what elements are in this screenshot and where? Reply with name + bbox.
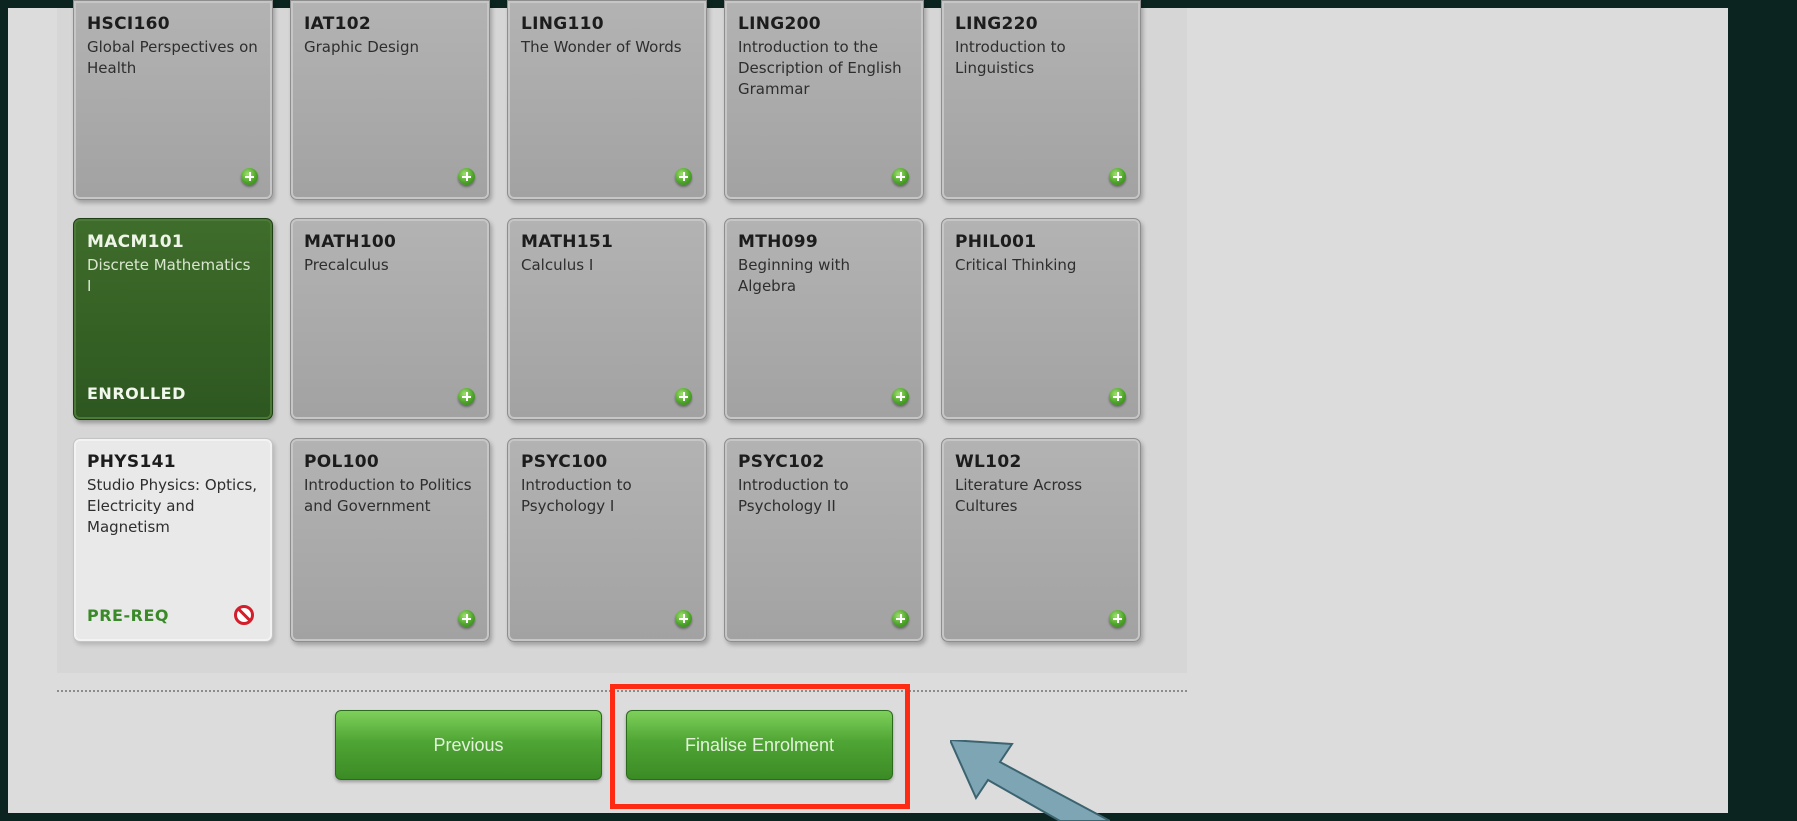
course-tile-psyc100[interactable]: PSYC100 Introduction to Psychology I [507, 438, 707, 642]
course-tile-mth099[interactable]: MTH099 Beginning with Algebra [724, 218, 924, 420]
course-code: HSCI160 [87, 14, 170, 34]
course-title: Critical Thinking [955, 256, 1077, 274]
course-tile-macm101[interactable]: MACM101 Discrete Mathematics I ENROLLED [73, 218, 273, 420]
course-title: Discrete Mathematics I [87, 256, 251, 295]
course-tile-iat102[interactable]: IAT102 Graphic Design [290, 0, 490, 200]
course-code: POL100 [304, 452, 380, 472]
course-code: MACM101 [87, 232, 185, 252]
course-title: Precalculus [304, 256, 389, 274]
course-tile-wl102[interactable]: WL102 Literature Across Cultures [941, 438, 1141, 642]
course-tile-math100[interactable]: MATH100 Precalculus [290, 218, 490, 420]
course-code: LING110 [521, 14, 604, 34]
add-course-icon[interactable] [458, 610, 475, 627]
add-course-icon[interactable] [1109, 388, 1126, 405]
course-title: Introduction to the Description of Engli… [738, 38, 902, 98]
course-grid: HSCI160 Global Perspectives on Health IA… [73, 0, 1141, 642]
course-code: PHIL001 [955, 232, 1037, 252]
pointer-arrow-icon [950, 740, 1110, 821]
add-course-icon[interactable] [1109, 610, 1126, 627]
add-course-icon[interactable] [675, 168, 692, 185]
course-title: Graphic Design [304, 38, 419, 56]
blocked-icon [234, 605, 254, 625]
course-code: PHYS141 [87, 452, 176, 472]
add-course-icon[interactable] [892, 168, 909, 185]
add-course-icon[interactable] [1109, 168, 1126, 185]
add-course-icon[interactable] [892, 610, 909, 627]
course-title: Studio Physics: Optics, Electricity and … [87, 476, 258, 536]
highlight-box [610, 684, 910, 809]
course-tile-ling110[interactable]: LING110 The Wonder of Words [507, 0, 707, 200]
course-title: Global Perspectives on Health [87, 38, 258, 77]
course-title: Calculus I [521, 256, 594, 274]
course-code: MTH099 [738, 232, 819, 252]
course-code: LING200 [738, 14, 821, 34]
course-code: MATH100 [304, 232, 397, 252]
add-course-icon[interactable] [458, 388, 475, 405]
course-title: Introduction to Politics and Government [304, 476, 472, 515]
add-course-icon[interactable] [675, 610, 692, 627]
course-tile-pol100[interactable]: POL100 Introduction to Politics and Gove… [290, 438, 490, 642]
course-title: Literature Across Cultures [955, 476, 1083, 515]
course-code: LING220 [955, 14, 1038, 34]
course-title: Introduction to Psychology II [738, 476, 849, 515]
course-tile-phys141[interactable]: PHYS141 Studio Physics: Optics, Electric… [73, 438, 273, 642]
enrolled-status: ENROLLED [87, 384, 186, 403]
course-tile-math151[interactable]: MATH151 Calculus I [507, 218, 707, 420]
course-code: MATH151 [521, 232, 614, 252]
course-title: Beginning with Algebra [738, 256, 851, 295]
course-code: WL102 [955, 452, 1022, 472]
course-code: PSYC102 [738, 452, 825, 472]
add-course-icon[interactable] [241, 168, 258, 185]
prereq-status: PRE-REQ [87, 606, 169, 625]
previous-button[interactable]: Previous [335, 710, 602, 780]
course-tile-phil001[interactable]: PHIL001 Critical Thinking [941, 218, 1141, 420]
course-tile-psyc102[interactable]: PSYC102 Introduction to Psychology II [724, 438, 924, 642]
course-tile-ling220[interactable]: LING220 Introduction to Linguistics [941, 0, 1141, 200]
course-title: The Wonder of Words [521, 38, 682, 56]
course-title: Introduction to Psychology I [521, 476, 632, 515]
course-title: Introduction to Linguistics [955, 38, 1066, 77]
add-course-icon[interactable] [458, 168, 475, 185]
course-tile-ling200[interactable]: LING200 Introduction to the Description … [724, 0, 924, 200]
add-course-icon[interactable] [675, 388, 692, 405]
course-tile-hsci160[interactable]: HSCI160 Global Perspectives on Health [73, 0, 273, 200]
course-code: PSYC100 [521, 452, 608, 472]
course-code: IAT102 [304, 14, 372, 34]
add-course-icon[interactable] [892, 388, 909, 405]
